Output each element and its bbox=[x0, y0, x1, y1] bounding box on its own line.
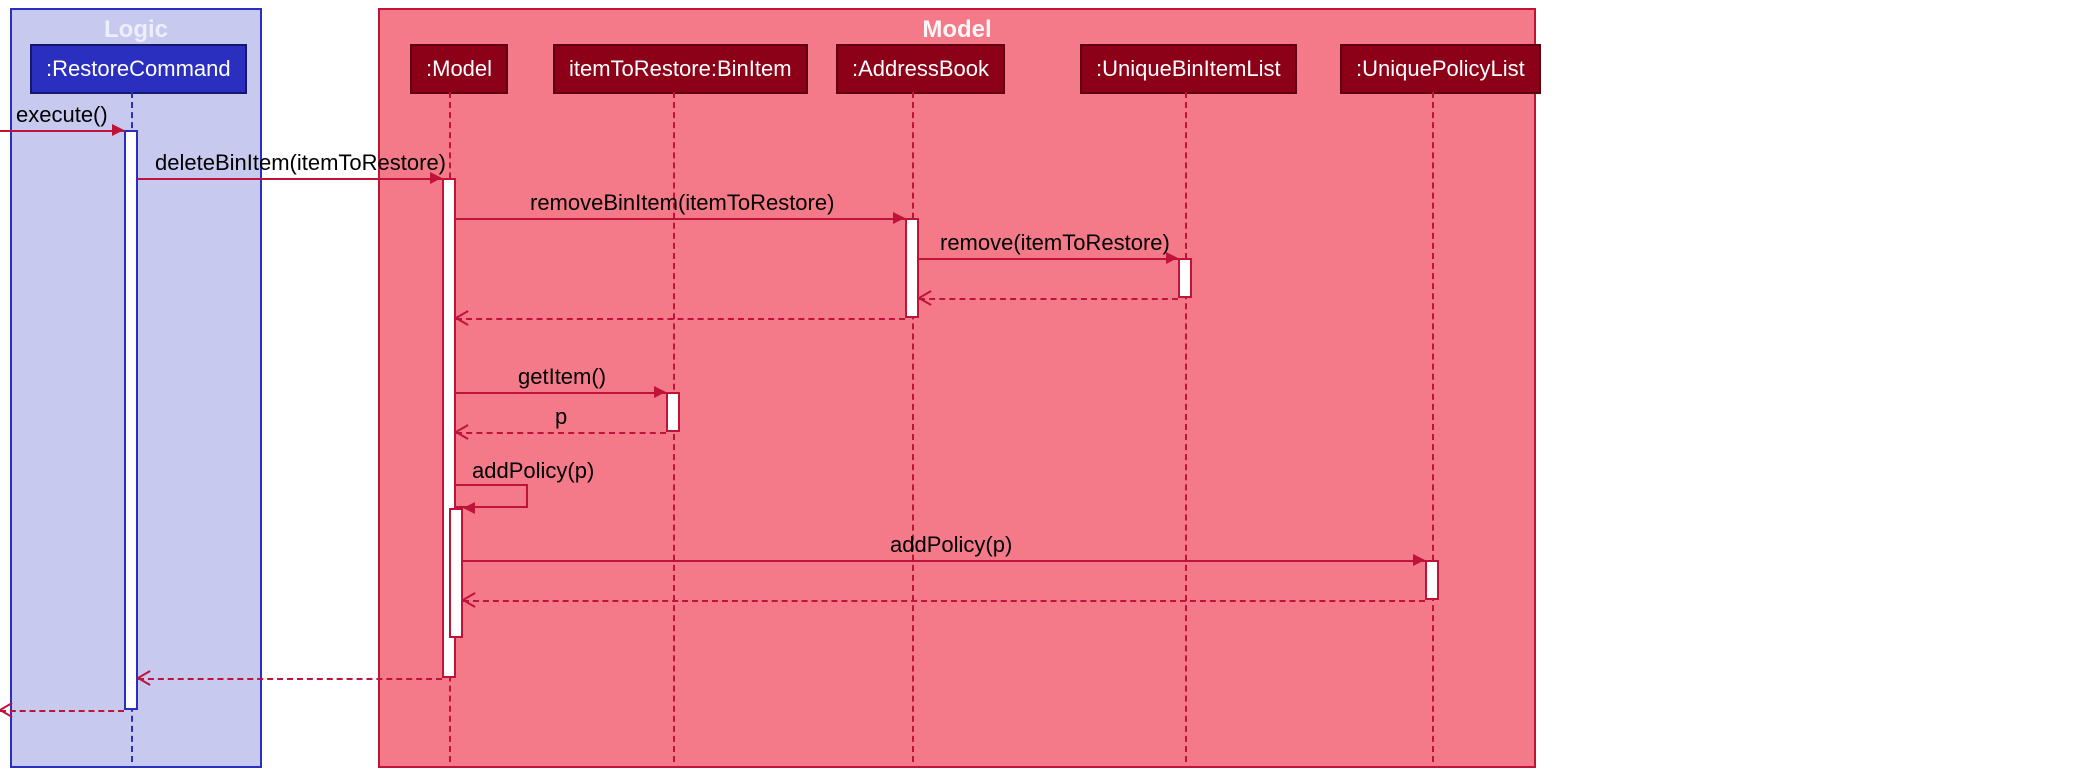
activation-restore-command bbox=[124, 130, 138, 710]
arrow-add-policy bbox=[1413, 554, 1425, 566]
lifeline-unique-bin-item-list bbox=[1185, 92, 1187, 762]
activation-item-to-restore bbox=[666, 392, 680, 432]
arrow-delete-bin-item bbox=[430, 172, 442, 184]
return-ab-model bbox=[456, 318, 905, 320]
arrow-execute bbox=[112, 124, 124, 136]
logic-box-title: Logic bbox=[12, 16, 260, 44]
msg-label-remove: remove(itemToRestore) bbox=[940, 230, 1170, 256]
return-rc-origin bbox=[0, 710, 124, 712]
return-p bbox=[456, 432, 666, 434]
model-box-title: Model bbox=[380, 16, 1534, 44]
lifeline-address-book bbox=[912, 92, 914, 762]
participant-restore-command: :RestoreCommand bbox=[30, 44, 247, 94]
activation-model-self bbox=[449, 508, 463, 638]
activation-unique-bin-item-list bbox=[1178, 258, 1192, 298]
lifeline-unique-policy-list bbox=[1432, 92, 1434, 762]
msg-label-remove-bin-item: removeBinItem(itemToRestore) bbox=[530, 190, 834, 216]
arrow-remove-bin-item bbox=[893, 212, 905, 224]
arrow-remove bbox=[1166, 252, 1178, 264]
participant-item-to-restore: itemToRestore:BinItem bbox=[553, 44, 808, 94]
participant-model: :Model bbox=[410, 44, 508, 94]
participant-address-book: :AddressBook bbox=[836, 44, 1005, 94]
msg-label-add-policy: addPolicy(p) bbox=[890, 532, 1012, 558]
participant-unique-bin-item-list: :UniqueBinItemList bbox=[1080, 44, 1297, 94]
msg-line-delete-bin-item bbox=[138, 178, 442, 180]
msg-line-add-policy bbox=[463, 560, 1425, 562]
msg-label-get-item: getItem() bbox=[518, 364, 606, 390]
arrow-get-item bbox=[654, 386, 666, 398]
activation-unique-policy-list bbox=[1425, 560, 1439, 600]
msg-label-p: p bbox=[555, 404, 567, 430]
activation-address-book bbox=[905, 218, 919, 318]
return-upl-model bbox=[463, 600, 1425, 602]
return-ubil-ab bbox=[919, 298, 1178, 300]
msg-line-remove bbox=[919, 258, 1178, 260]
arrow-selfcall-add-policy bbox=[463, 502, 475, 514]
msg-label-execute: execute() bbox=[16, 102, 108, 128]
msg-label-add-policy-self: addPolicy(p) bbox=[472, 458, 594, 484]
msg-line-remove-bin-item bbox=[456, 218, 905, 220]
return-model-rc bbox=[138, 678, 442, 680]
msg-line-execute bbox=[0, 130, 124, 132]
msg-line-get-item bbox=[456, 392, 666, 394]
msg-label-delete-bin-item: deleteBinItem(itemToRestore) bbox=[155, 150, 446, 176]
participant-unique-policy-list: :UniquePolicyList bbox=[1340, 44, 1541, 94]
